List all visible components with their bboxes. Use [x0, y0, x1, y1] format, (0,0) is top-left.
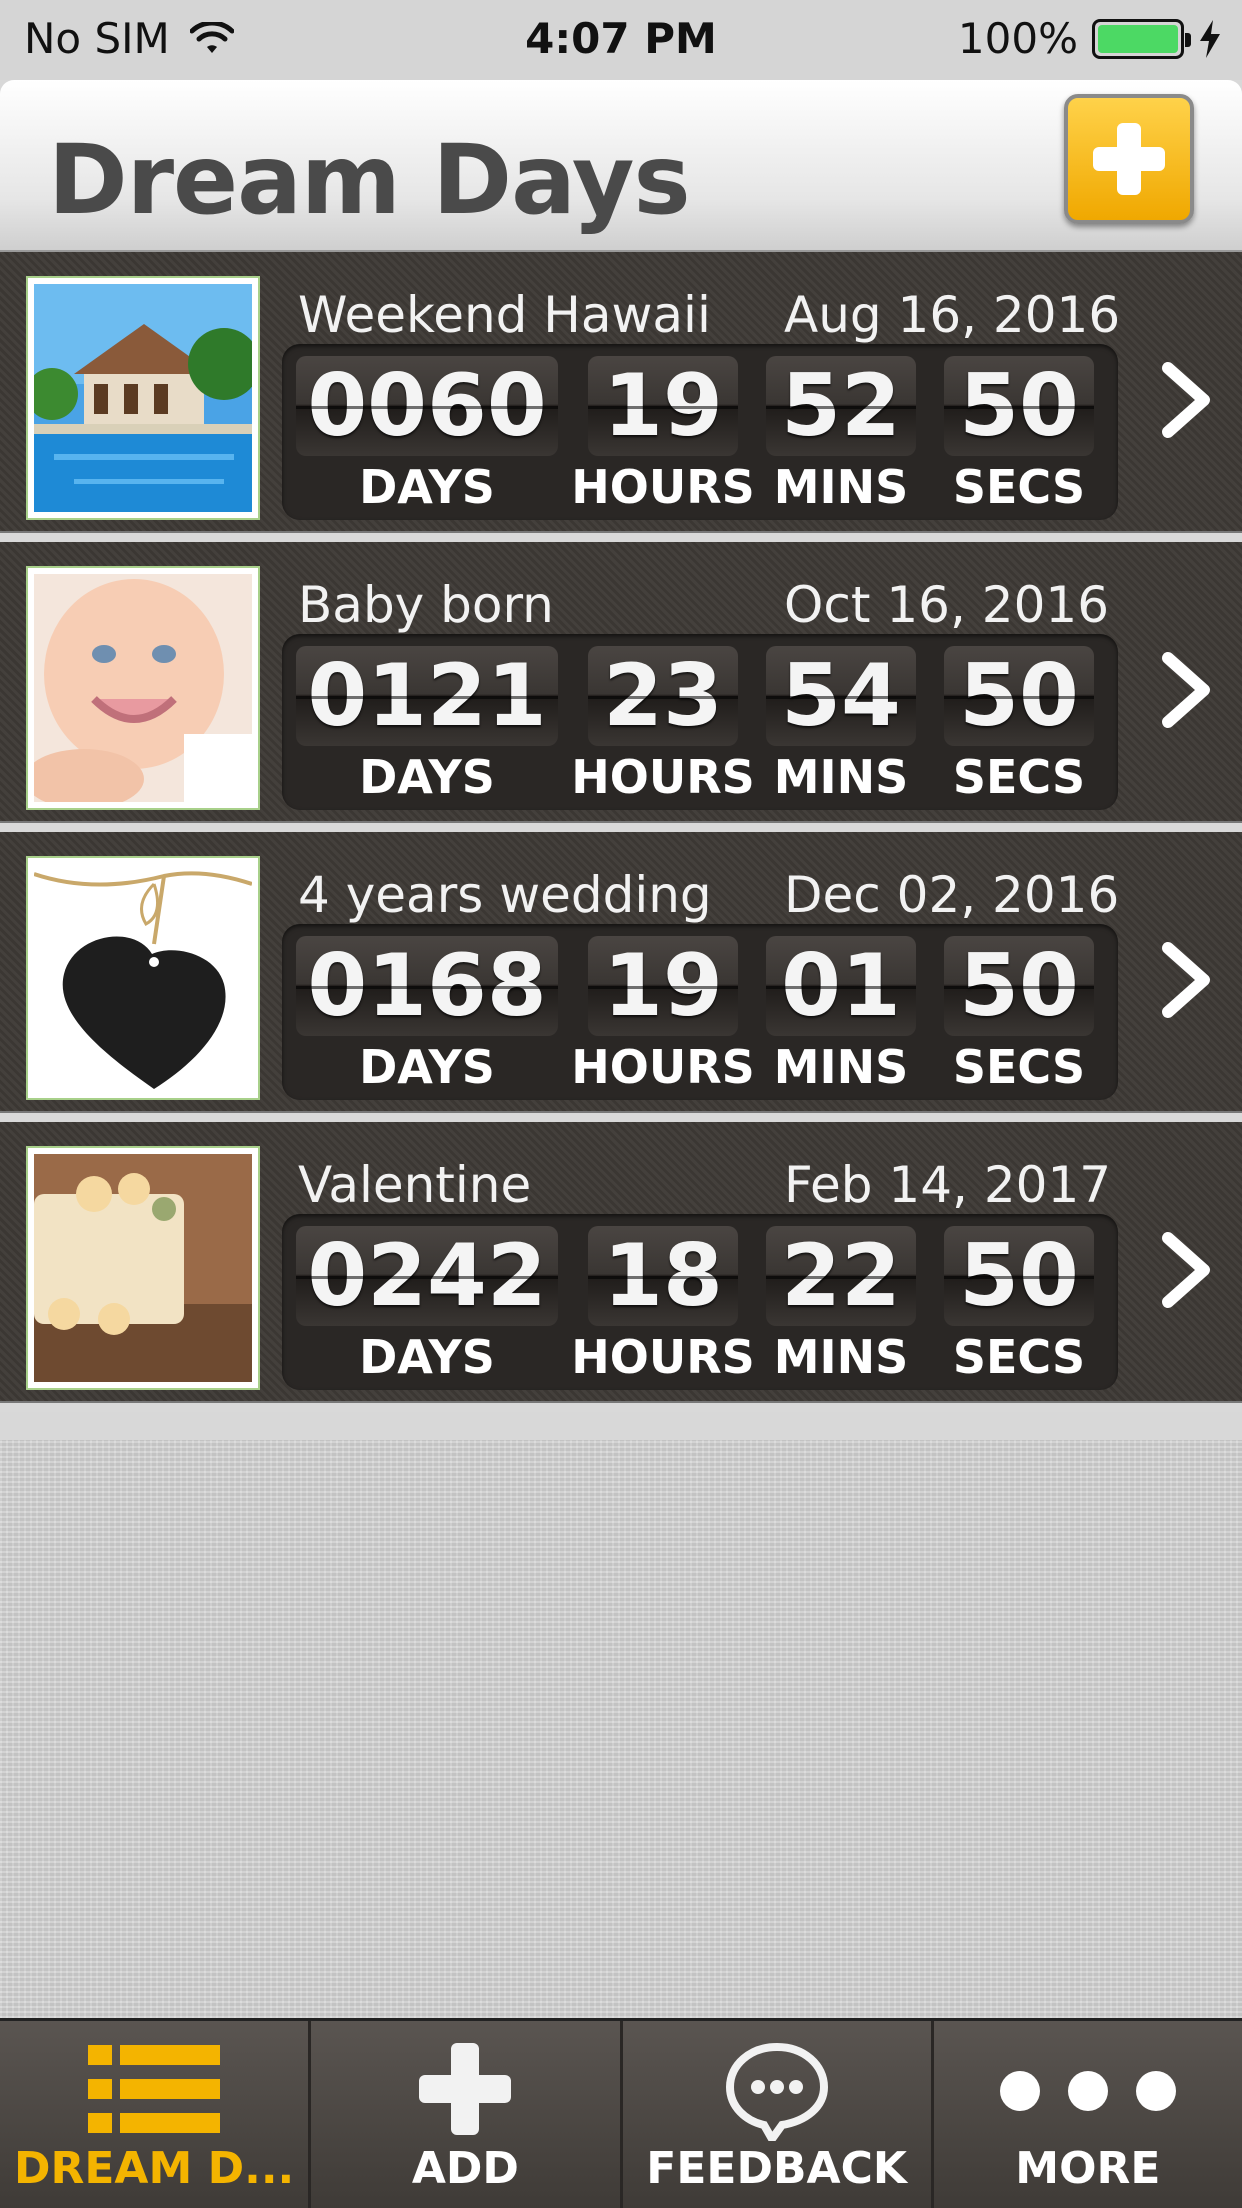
event-name: 4 years wedding — [298, 866, 712, 924]
event-row[interactable]: Valentine Feb 14, 2017 0242 18 22 50 DAY… — [0, 1122, 1242, 1412]
mins-label: MINS — [773, 1040, 909, 1094]
hours-label: HOURS — [571, 460, 755, 514]
event-name: Valentine — [298, 1156, 532, 1214]
chevron-right-icon[interactable] — [1156, 940, 1216, 1020]
navigation-header: Dream Days — [0, 80, 1242, 252]
more-dots-icon — [999, 2071, 1176, 2111]
countdown-panel: 0060 19 52 50 DAYS HOURS MINS SECS — [282, 344, 1118, 520]
mins-label: MINS — [773, 1330, 909, 1384]
mins-label: MINS — [773, 750, 909, 804]
event-date: Feb 14, 2017 — [784, 1156, 1112, 1214]
days-value: 0242 — [296, 1226, 558, 1326]
love-card-photo — [34, 1154, 252, 1382]
tab-feedback[interactable]: FEEDBACK — [623, 2021, 934, 2208]
event-thumbnail — [26, 566, 260, 810]
secs-label: SECS — [952, 1040, 1086, 1094]
chat-bubble-icon — [725, 2042, 828, 2141]
secs-label: SECS — [952, 460, 1086, 514]
tab-label: FEEDBACK — [646, 2143, 907, 2194]
days-value: 0060 — [296, 356, 558, 456]
event-row[interactable]: 4 years wedding Dec 02, 2016 0168 19 01 … — [0, 832, 1242, 1122]
heart-tag-photo — [34, 864, 252, 1092]
days-value: 0168 — [296, 936, 558, 1036]
list-icon — [88, 2045, 221, 2133]
event-list: Weekend Hawaii Aug 16, 2016 0060 19 52 5… — [0, 252, 1242, 1412]
empty-list-area — [0, 1440, 1242, 2018]
charging-bolt-icon — [1200, 19, 1220, 58]
event-thumbnail — [26, 1146, 260, 1390]
secs-value: 50 — [944, 356, 1094, 456]
chevron-right-icon[interactable] — [1156, 650, 1216, 730]
resort-pool-photo — [34, 284, 252, 512]
hours-value: 23 — [588, 646, 738, 746]
tab-label: DREAM D... — [13, 2143, 295, 2194]
tab-bar: DREAM D... ADD FEEDBACK MORE — [0, 2018, 1242, 2208]
status-right: 100% — [958, 14, 1222, 63]
mins-label: MINS — [773, 460, 909, 514]
event-row[interactable]: Weekend Hawaii Aug 16, 2016 0060 19 52 5… — [0, 252, 1242, 542]
page-title: Dream Days — [48, 124, 691, 236]
event-thumbnail — [26, 856, 260, 1100]
secs-value: 50 — [944, 1226, 1094, 1326]
hours-value: 19 — [588, 936, 738, 1036]
days-label: DAYS — [359, 1330, 495, 1384]
mins-value: 52 — [766, 356, 916, 456]
countdown-panel: 0168 19 01 50 DAYS HOURS MINS SECS — [282, 924, 1118, 1100]
mins-value: 01 — [766, 936, 916, 1036]
tab-add[interactable]: ADD — [311, 2021, 623, 2208]
secs-value: 50 — [944, 646, 1094, 746]
event-date: Oct 16, 2016 — [784, 576, 1109, 634]
event-name: Weekend Hawaii — [298, 286, 711, 344]
secs-label: SECS — [952, 750, 1086, 804]
event-row[interactable]: Baby born Oct 16, 2016 0121 23 54 50 DAY… — [0, 542, 1242, 832]
days-label: DAYS — [359, 460, 495, 514]
plus-icon — [419, 2043, 512, 2135]
event-date: Aug 16, 2016 — [784, 286, 1121, 344]
battery-icon — [1092, 18, 1191, 59]
days-value: 0121 — [296, 646, 558, 746]
tab-label: ADD — [411, 2143, 519, 2194]
event-date: Dec 02, 2016 — [784, 866, 1120, 924]
tab-dream-days[interactable]: DREAM D... — [0, 2021, 312, 2208]
hours-value: 19 — [588, 356, 738, 456]
secs-label: SECS — [952, 1330, 1086, 1384]
plus-icon — [1093, 123, 1165, 195]
countdown-panel: 0121 23 54 50 DAYS HOURS MINS SECS — [282, 634, 1118, 810]
event-name: Baby born — [298, 576, 554, 634]
hours-value: 18 — [588, 1226, 738, 1326]
mins-value: 54 — [766, 646, 916, 746]
countdown-panel: 0242 18 22 50 DAYS HOURS MINS SECS — [282, 1214, 1118, 1390]
hours-label: HOURS — [571, 750, 755, 804]
battery-percent: 100% — [957, 14, 1078, 63]
status-bar: No SIM 4:07 PM 100% — [0, 0, 1242, 80]
chevron-right-icon[interactable] — [1156, 360, 1216, 440]
mins-value: 22 — [766, 1226, 916, 1326]
add-event-button[interactable] — [1064, 94, 1194, 224]
days-label: DAYS — [359, 750, 495, 804]
baby-photo — [34, 574, 252, 802]
tab-label: MORE — [1015, 2143, 1161, 2194]
hours-label: HOURS — [571, 1330, 755, 1384]
event-thumbnail — [26, 276, 260, 520]
tab-more[interactable]: MORE — [934, 2021, 1242, 2208]
secs-value: 50 — [944, 936, 1094, 1036]
hours-label: HOURS — [571, 1040, 755, 1094]
chevron-right-icon[interactable] — [1156, 1230, 1216, 1310]
days-label: DAYS — [359, 1040, 495, 1094]
